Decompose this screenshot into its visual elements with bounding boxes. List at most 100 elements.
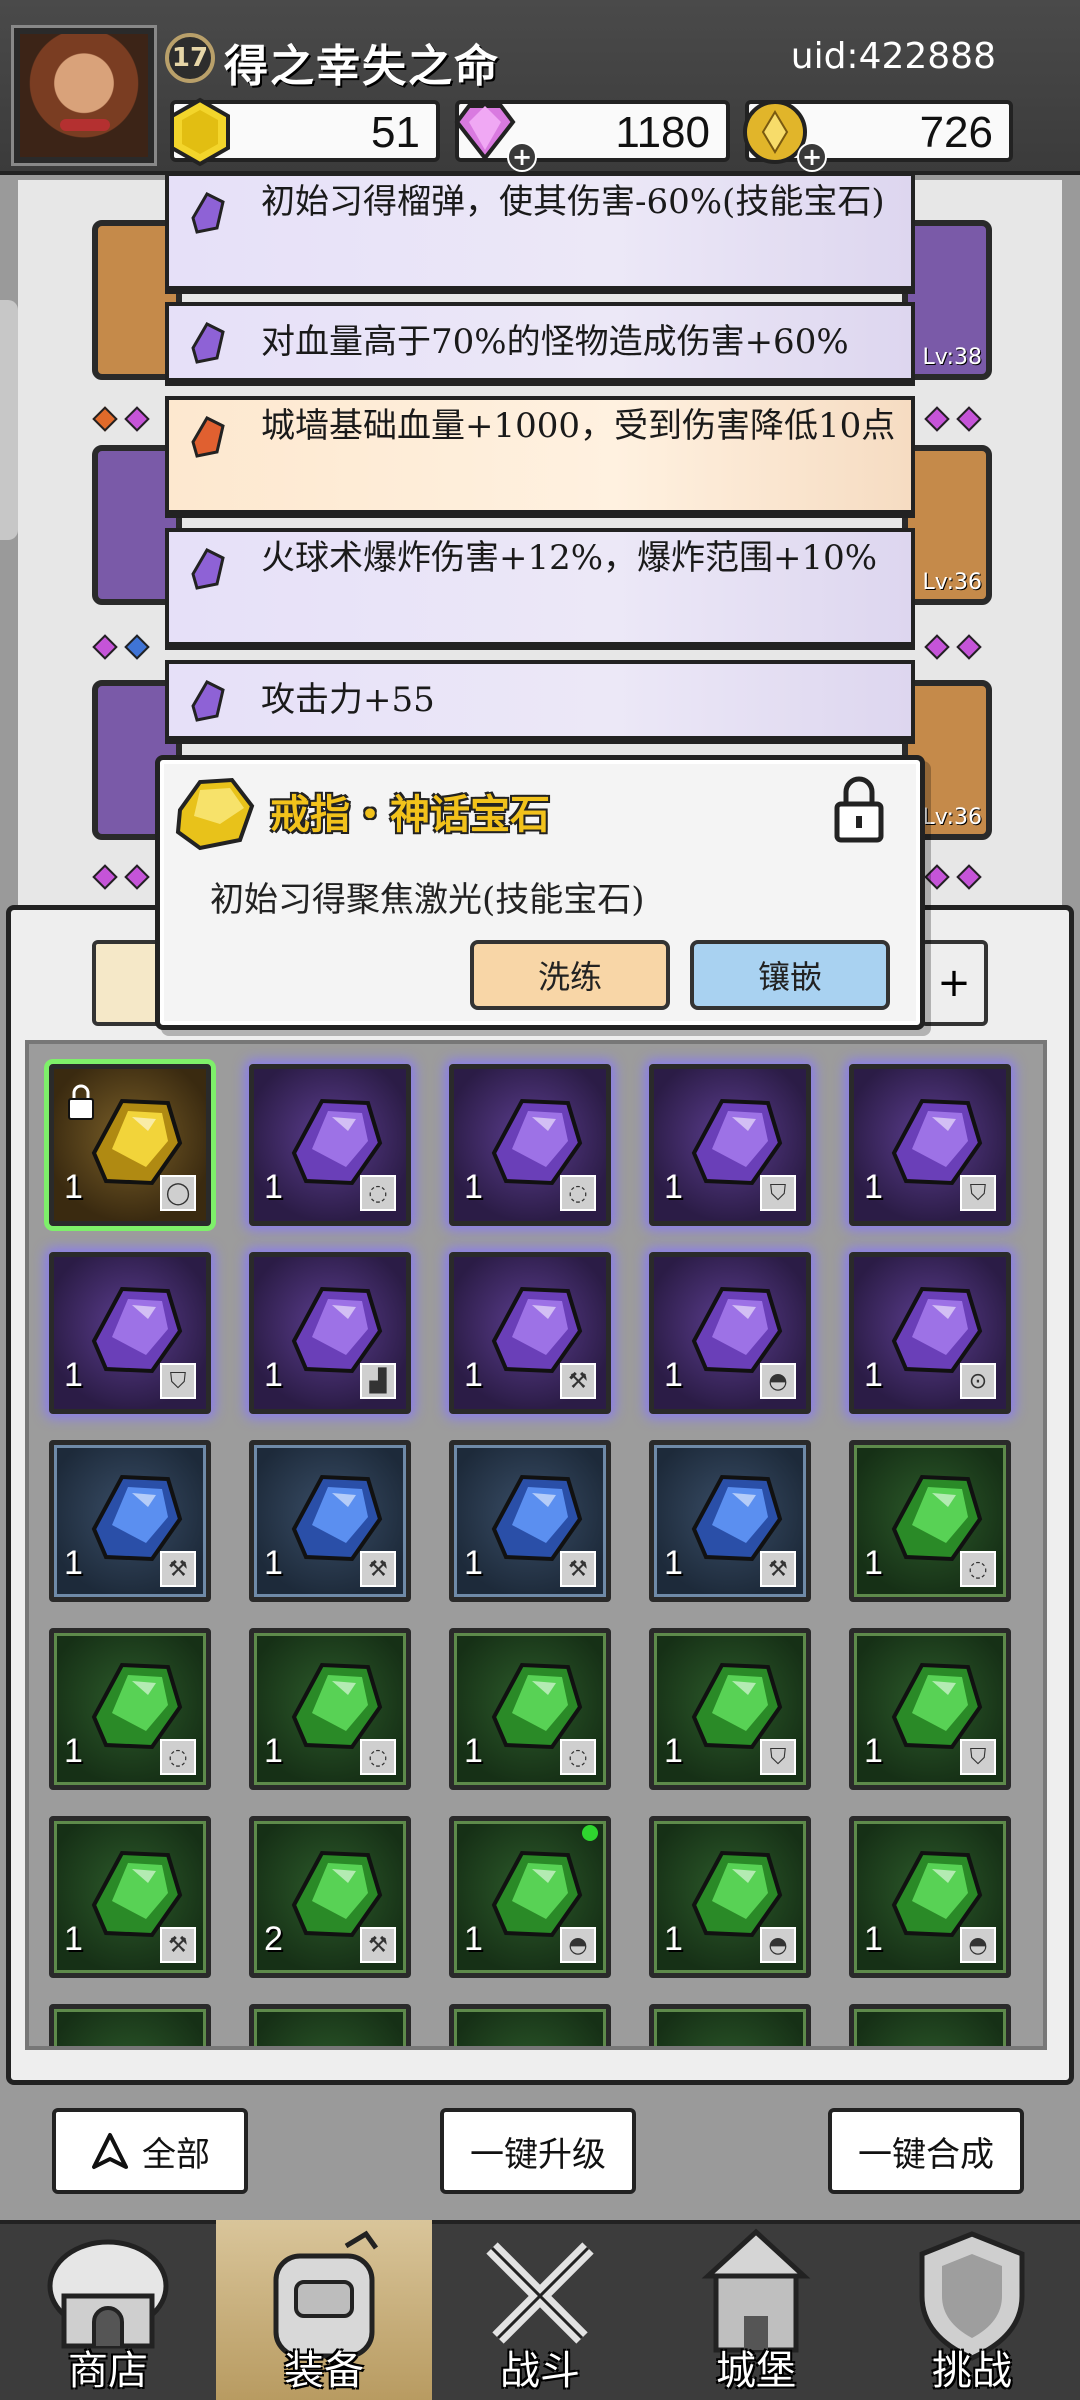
item-count: 1 bbox=[64, 1544, 83, 1582]
weapon-slot-icon: ⚒ bbox=[160, 1927, 196, 1963]
inventory-slot[interactable]: 1 ⛉ bbox=[849, 1064, 1011, 1226]
inventory-slot[interactable]: 1 ⊙ bbox=[849, 1252, 1011, 1414]
inventory-slot[interactable]: 1 ◌ bbox=[449, 1628, 611, 1790]
armor-slot-icon: ⛉ bbox=[160, 1363, 196, 1399]
filter-clothes-button[interactable] bbox=[92, 940, 162, 1026]
inventory-slot[interactable]: 1 ◓ bbox=[449, 1816, 611, 1978]
player-avatar[interactable] bbox=[11, 25, 157, 166]
item-count: 1 bbox=[64, 1356, 83, 1394]
inventory-slot[interactable]: 1 ◯ bbox=[49, 1064, 211, 1226]
lock-icon[interactable] bbox=[832, 774, 886, 844]
stat-text: 城墙基础血量+1000，受到伤害降低10点 bbox=[261, 406, 896, 446]
top-bar: 17 得之幸失之命 uid:422888 51 + 1180 + 726 bbox=[0, 0, 1080, 175]
necklace-slot-icon: ◌ bbox=[560, 1175, 596, 1211]
equip-slot-right-2[interactable]: Lv:36 bbox=[902, 445, 992, 605]
purple-gem-icon bbox=[191, 548, 225, 590]
nav-challenge[interactable]: 挑战 bbox=[864, 2220, 1080, 2400]
stat-card-5: 攻击力+55 bbox=[165, 660, 915, 740]
inventory-slot[interactable] bbox=[849, 2004, 1011, 2046]
upgrade-all-button[interactable]: 一键升级 bbox=[440, 2108, 636, 2194]
inventory-slot[interactable]: 2 ⚒ bbox=[249, 1816, 411, 1978]
inventory-slot[interactable]: 1 ⛉ bbox=[649, 1064, 811, 1226]
inventory-slot[interactable]: 1 ⚒ bbox=[49, 1816, 211, 1978]
item-count: 2 bbox=[264, 1920, 283, 1958]
inventory-slot[interactable]: 1 ⛉ bbox=[849, 1628, 1011, 1790]
item-count: 1 bbox=[664, 1168, 683, 1206]
inventory-slot[interactable] bbox=[649, 2004, 811, 2046]
inventory-slot[interactable]: 1 ⚒ bbox=[49, 1440, 211, 1602]
purple-gem-icon bbox=[191, 322, 225, 364]
necklace-slot-icon: ◌ bbox=[560, 1739, 596, 1775]
popup-title: 戒指・神话宝石 bbox=[270, 791, 550, 838]
item-count: 1 bbox=[264, 1544, 283, 1582]
item-count: 1 bbox=[664, 1356, 683, 1394]
inventory-slot[interactable]: 1 ◓ bbox=[849, 1816, 1011, 1978]
inventory-slot[interactable]: 1 ⚒ bbox=[449, 1440, 611, 1602]
stat-text: 对血量高于70%的怪物造成伤害+60% bbox=[261, 322, 849, 362]
add-coin-button[interactable]: + bbox=[797, 142, 827, 172]
inventory-slot[interactable]: 1 ◌ bbox=[849, 1440, 1011, 1602]
equip-level: Lv:36 bbox=[922, 570, 982, 595]
item-count: 1 bbox=[464, 1356, 483, 1394]
item-count: 1 bbox=[64, 1920, 83, 1958]
gold-gem-icon bbox=[170, 97, 230, 167]
inventory-slot[interactable]: 1 ▟ bbox=[249, 1252, 411, 1414]
ring-slot-icon: ◯ bbox=[160, 1175, 196, 1211]
inventory-slot[interactable]: 1 ⚒ bbox=[249, 1440, 411, 1602]
boots-slot-icon: ▟ bbox=[360, 1363, 396, 1399]
inventory-slot[interactable]: 1 ⛉ bbox=[49, 1252, 211, 1414]
inventory-slot[interactable] bbox=[249, 2004, 411, 2046]
inventory-slot[interactable]: 1 ◌ bbox=[49, 1628, 211, 1790]
gold-gem-value: 51 bbox=[371, 108, 420, 157]
inventory-slot[interactable] bbox=[449, 2004, 611, 2046]
player-uid: uid:422888 bbox=[790, 36, 996, 77]
helmet-slot-icon: ◓ bbox=[760, 1363, 796, 1399]
inventory-slot[interactable]: 1 ◌ bbox=[249, 1628, 411, 1790]
refine-button[interactable]: 洗练 bbox=[470, 940, 670, 1010]
item-count: 1 bbox=[864, 1920, 883, 1958]
triangle-filter-icon bbox=[92, 2133, 128, 2169]
filter-all-button[interactable]: 全部 bbox=[52, 2108, 248, 2194]
item-count: 1 bbox=[464, 1544, 483, 1582]
item-count: 1 bbox=[664, 1920, 683, 1958]
new-item-dot bbox=[582, 1825, 598, 1841]
inventory-slot[interactable]: 1 ⚒ bbox=[649, 1440, 811, 1602]
inventory-slot[interactable]: 1 ◌ bbox=[449, 1064, 611, 1226]
nav-castle[interactable]: 城堡 bbox=[648, 2220, 864, 2400]
nav-shop[interactable]: 商店 bbox=[0, 2220, 216, 2400]
nav-label: 商店 bbox=[68, 2348, 148, 2394]
stat-card-3: 城墙基础血量+1000，受到伤害降低10点 bbox=[165, 396, 915, 514]
equip-slot-right-1[interactable]: Lv:38 bbox=[902, 220, 992, 380]
purple-gem-icon bbox=[191, 192, 225, 234]
inventory-slot[interactable]: 1 ◌ bbox=[249, 1064, 411, 1226]
stat-text: 攻击力+55 bbox=[261, 680, 435, 720]
armor-slot-icon: ⛉ bbox=[760, 1175, 796, 1211]
amulet-slot-icon: ⊙ bbox=[960, 1363, 996, 1399]
purple-gem-icon bbox=[191, 680, 225, 722]
coin-counter: + 726 bbox=[743, 100, 1013, 172]
item-count: 1 bbox=[264, 1356, 283, 1394]
nav-battle[interactable]: 战斗 bbox=[432, 2220, 648, 2400]
item-count: 1 bbox=[464, 1920, 483, 1958]
inventory-slot[interactable]: 1 ⚒ bbox=[449, 1252, 611, 1414]
nav-equipment[interactable]: 装备 bbox=[216, 2220, 432, 2400]
inventory-slot[interactable]: 1 ◓ bbox=[649, 1252, 811, 1414]
inlay-button[interactable]: 镶嵌 bbox=[690, 940, 890, 1010]
level-badge: 17 bbox=[165, 33, 215, 83]
inventory-slot[interactable]: 1 ⛉ bbox=[649, 1628, 811, 1790]
gem-detail-popup: 戒指・神话宝石 初始习得聚焦激光(技能宝石) 洗练 镶嵌 bbox=[155, 755, 925, 1030]
stat-text: 火球术爆炸伤害+12%，爆炸范围+10% bbox=[261, 538, 878, 578]
inventory-grid[interactable]: 1 ◯ 1 ◌ 1 ◌ 1 ⛉ 1 ⛉ 1 ⛉ 1 ▟ 1 ⚒ 1 ◓ 1 ⊙ 1 ⚒ 1 ⚒ 1 ⚒ 1 ⚒ 1 ◌ 1 ◌ 1 ◌ 1 ◌ 1 ⛉ 1 ⛉… bbox=[25, 1040, 1047, 2050]
inventory-slot[interactable]: 1 ◓ bbox=[649, 1816, 811, 1978]
item-count: 1 bbox=[264, 1732, 283, 1770]
diamond-counter: + 1180 bbox=[454, 100, 730, 172]
inventory-slot[interactable] bbox=[49, 2004, 211, 2046]
add-diamond-button[interactable]: + bbox=[507, 142, 537, 172]
merge-all-button[interactable]: 一键合成 bbox=[828, 2108, 1024, 2194]
filter-add-button[interactable]: + bbox=[920, 940, 988, 1026]
filter-all-label: 全部 bbox=[142, 2134, 210, 2175]
item-count: 1 bbox=[864, 1168, 883, 1206]
side-tab[interactable] bbox=[0, 300, 18, 540]
helmet-slot-icon: ◓ bbox=[560, 1927, 596, 1963]
armor-slot-icon: ⛉ bbox=[960, 1175, 996, 1211]
